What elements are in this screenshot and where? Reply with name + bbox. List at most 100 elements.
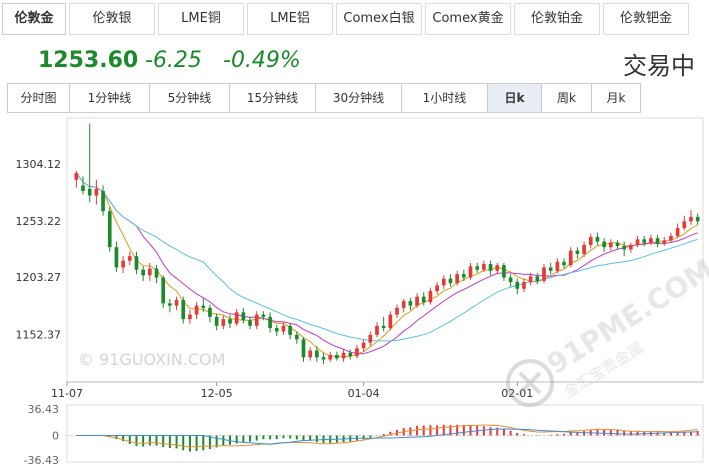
candle-body: [294, 334, 299, 340]
ma10-line: [75, 172, 698, 355]
candle-body: [602, 241, 606, 248]
candle-body: [147, 268, 152, 276]
candle-body: [555, 261, 560, 271]
indicator-tick-label: 36.43: [28, 403, 60, 416]
period-1[interactable]: 1分钟线: [69, 83, 149, 113]
candle-body: [655, 238, 660, 244]
candle-body: [208, 307, 212, 317]
candle-body: [268, 316, 272, 329]
candle-body: [188, 314, 192, 320]
tab-4[interactable]: Comex白银: [336, 3, 422, 35]
candle-body: [662, 240, 667, 244]
candle-body: [341, 352, 346, 359]
period-2[interactable]: 5分钟线: [149, 83, 229, 113]
trading-status: 交易中: [623, 52, 695, 80]
candle-body: [401, 301, 406, 308]
chart-watermark: © 91GUOXIN.COM: [78, 350, 225, 369]
candle-body: [154, 268, 159, 278]
candle-body: [181, 299, 186, 320]
candle-body: [94, 188, 99, 196]
candle-body: [502, 265, 506, 278]
candle-body: [615, 242, 620, 247]
candle-body: [114, 247, 119, 268]
candle-body: [595, 237, 600, 242]
candle-body: [381, 325, 386, 329]
period-tabs: 分时图 1分钟线 5分钟线 15分钟线 30分钟线 1小时线 日k 周k 月k: [7, 83, 641, 113]
candle-body: [87, 188, 92, 196]
candle-body: [415, 296, 419, 306]
period-7[interactable]: 周k: [541, 83, 591, 113]
candle-body: [635, 239, 640, 245]
period-0[interactable]: 分时图: [7, 83, 69, 113]
chart-frame: [66, 117, 704, 383]
candle-body: [288, 325, 292, 335]
period-8[interactable]: 月k: [591, 83, 641, 113]
candle-body: [562, 261, 566, 266]
candle-body: [682, 221, 687, 229]
period-3[interactable]: 15分钟线: [229, 83, 315, 113]
candle-body: [448, 278, 453, 284]
candle-body: [622, 246, 627, 250]
candle-body: [642, 239, 647, 243]
period-6[interactable]: 日k: [487, 83, 541, 113]
indicator-line-a: [76, 424, 698, 448]
x-tick-label: 12-05: [201, 387, 233, 400]
candle-body: [174, 299, 179, 306]
candle-body: [101, 191, 105, 212]
candle-body: [348, 352, 353, 357]
candle-body: [461, 274, 466, 278]
candle-body: [408, 301, 413, 306]
candle-body: [355, 348, 359, 357]
candle-body: [168, 303, 172, 306]
quote-bar: 1253.60 -6.25 -0.49% 交易中: [0, 44, 709, 80]
period-5[interactable]: 1小时线: [401, 83, 487, 113]
candle-body: [261, 314, 266, 317]
candle-body: [528, 276, 533, 283]
candle-body: [361, 342, 366, 349]
candle-body: [141, 269, 145, 276]
y-tick-label: 1203.27: [16, 271, 62, 284]
candle-body: [441, 278, 446, 286]
candle-body: [214, 316, 219, 326]
x-tick-label: 11-07: [51, 387, 83, 400]
candle-body: [134, 256, 139, 270]
tab-1[interactable]: 伦敦银: [69, 3, 155, 35]
candle-body: [321, 357, 326, 360]
tab-6[interactable]: 伦敦铂金: [514, 3, 600, 35]
x-tick-label: 02-01: [501, 387, 533, 400]
tab-2[interactable]: LME铜: [158, 3, 244, 35]
tab-3[interactable]: LME铝: [247, 3, 333, 35]
candle-body: [221, 319, 226, 326]
tab-0[interactable]: 伦敦金: [2, 3, 66, 35]
candle-body: [254, 314, 259, 326]
candle-body: [201, 305, 206, 308]
y-tick-label: 1152.37: [16, 328, 62, 341]
candle-body: [421, 296, 426, 303]
candle-body: [575, 250, 580, 254]
candle-body: [669, 235, 673, 241]
candle-body: [568, 250, 573, 266]
candle-body: [495, 265, 500, 271]
indicator-frame: [66, 404, 704, 463]
candle-body: [508, 277, 513, 283]
candle-body: [535, 276, 540, 281]
indicator-tick-label: 0: [52, 430, 59, 443]
candle-body: [194, 305, 199, 315]
candle-body: [388, 314, 393, 329]
candle-body: [81, 185, 85, 192]
candle-body: [328, 355, 333, 360]
candle-body: [649, 238, 653, 243]
candle-body: [228, 319, 232, 324]
candle-body: [74, 173, 79, 180]
indicator-tick-label: -36.43: [24, 454, 59, 467]
period-4[interactable]: 30分钟线: [315, 83, 401, 113]
candle-body: [248, 320, 252, 326]
candle-body: [482, 264, 486, 270]
y-tick-label: 1304.12: [16, 158, 62, 171]
candle-body: [695, 216, 700, 222]
candle-body: [127, 256, 132, 261]
price-change-percent: -0.49%: [223, 48, 301, 73]
tab-7[interactable]: 伦敦钯金: [603, 3, 689, 35]
tab-5[interactable]: Comex黄金: [425, 3, 511, 35]
candle-body: [522, 282, 526, 289]
